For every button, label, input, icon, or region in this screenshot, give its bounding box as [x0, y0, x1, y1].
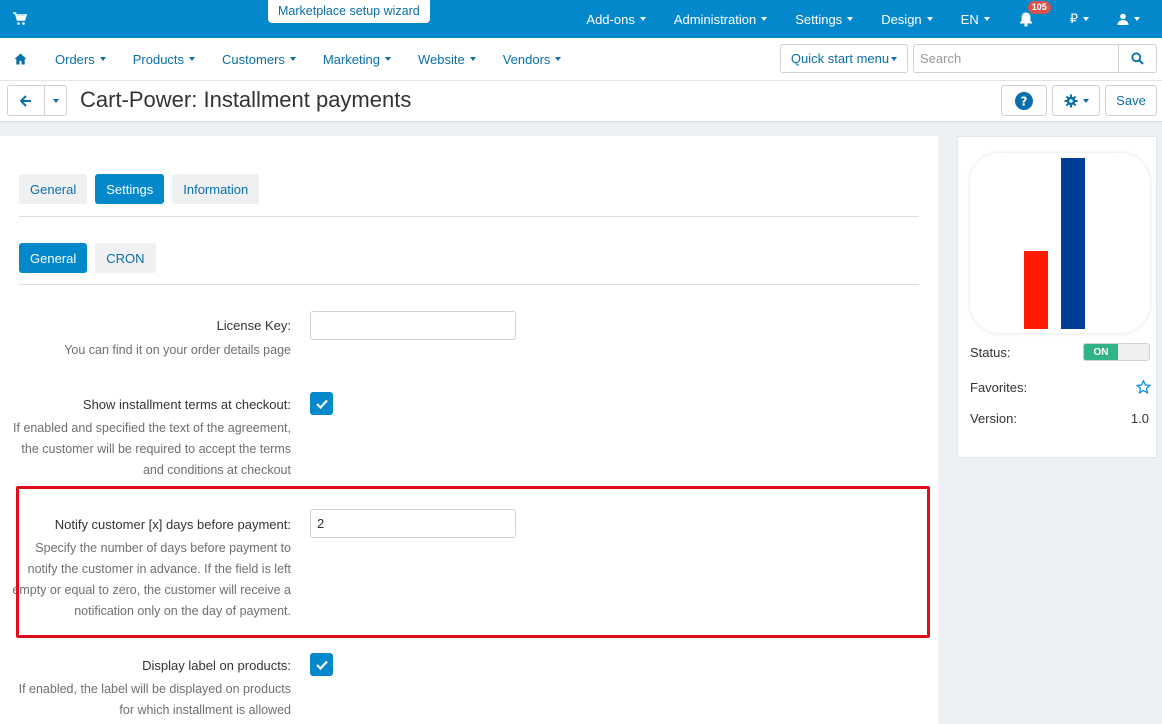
- nav-customers[interactable]: Customers: [222, 52, 296, 67]
- display-label-help: If enabled, the label will be displayed …: [18, 682, 291, 717]
- nav-orders[interactable]: Orders: [55, 52, 106, 67]
- svg-text:?: ?: [1021, 94, 1028, 108]
- home-icon[interactable]: [14, 53, 27, 65]
- arrow-left-icon: [20, 94, 31, 107]
- back-dropdown-toggle[interactable]: [45, 86, 66, 115]
- sub-tabs: General CRON: [19, 243, 164, 273]
- display-label-label: Display label on products:: [142, 658, 291, 673]
- chevron-down-icon: [639, 17, 646, 21]
- notifications-button[interactable]: 105: [1018, 1, 1051, 27]
- addon-info-panel: Status: ON Favorites: Version: 1.0: [957, 136, 1157, 458]
- chevron-down-icon: [847, 17, 854, 21]
- installment-terms-checkbox[interactable]: [310, 392, 333, 415]
- cart-icon[interactable]: [13, 12, 27, 26]
- back-button-group: [7, 85, 67, 116]
- display-label-checkbox[interactable]: [310, 653, 333, 676]
- menu-addons[interactable]: Add-ons: [586, 12, 646, 27]
- subtab-general[interactable]: General: [19, 243, 88, 273]
- highlight-box: [16, 486, 930, 638]
- main-nav: Orders Products Customers Marketing Webs…: [0, 38, 1162, 81]
- chevron-down-icon: [1134, 17, 1140, 21]
- version-value: 1.0: [1130, 411, 1149, 426]
- chevron-down-icon: [1082, 98, 1089, 103]
- addon-logo: [970, 153, 1150, 333]
- nav-vendors[interactable]: Vendors: [503, 52, 562, 67]
- tab-settings[interactable]: Settings: [95, 174, 165, 204]
- chevron-down-icon: [1083, 17, 1089, 21]
- settings-panel: General Settings Information General CRO…: [0, 136, 938, 724]
- divider: [19, 216, 919, 217]
- menu-currency[interactable]: ₽: [1070, 11, 1089, 27]
- marketplace-wizard-button[interactable]: Marketplace setup wizard: [268, 0, 430, 23]
- chevron-down-icon: [926, 17, 933, 21]
- page-header: Cart-Power: Installment payments ? Save: [0, 81, 1162, 122]
- chevron-down-icon: [289, 57, 296, 61]
- chevron-down-icon: [189, 57, 196, 61]
- favorites-label: Favorites:: [970, 380, 1028, 395]
- nav-marketing[interactable]: Marketing: [323, 52, 391, 67]
- nav-website[interactable]: Website: [418, 52, 476, 67]
- save-button[interactable]: Save: [1105, 85, 1157, 116]
- quick-start-menu-button[interactable]: Quick start menu: [780, 44, 908, 73]
- user-icon: [1117, 13, 1129, 25]
- top-bar: Marketplace setup wizard Add-ons Adminis…: [0, 0, 1162, 38]
- page-title: Cart-Power: Installment payments: [80, 87, 412, 112]
- main-tabs: General Settings Information: [19, 174, 267, 204]
- help-button[interactable]: ?: [1001, 85, 1047, 116]
- version-label: Version:: [970, 411, 1017, 426]
- back-button[interactable]: [8, 86, 45, 115]
- installment-terms-label: Show installment terms at checkout:: [82, 397, 291, 412]
- chevron-down-icon: [983, 17, 990, 21]
- search-button[interactable]: [1118, 44, 1157, 73]
- menu-administration[interactable]: Administration: [674, 12, 768, 27]
- status-label: Status:: [970, 345, 1011, 360]
- settings-gear-button[interactable]: [1052, 85, 1100, 116]
- check-icon: [315, 399, 328, 409]
- chevron-down-icon: [384, 57, 391, 61]
- menu-user[interactable]: [1117, 13, 1140, 25]
- notification-badge: 105: [1027, 1, 1051, 14]
- subtab-cron[interactable]: CRON: [95, 243, 156, 273]
- star-icon[interactable]: [1136, 380, 1151, 394]
- bar-logo-icon: [1024, 158, 1085, 329]
- tab-general[interactable]: General: [19, 174, 88, 204]
- nav-products[interactable]: Products: [133, 52, 196, 67]
- tab-information[interactable]: Information: [172, 174, 260, 204]
- chevron-down-icon: [761, 17, 768, 21]
- question-circle-icon: ?: [1015, 91, 1033, 110]
- gear-icon: [1064, 94, 1077, 107]
- status-on-label: ON: [1084, 344, 1118, 360]
- menu-language[interactable]: EN: [961, 12, 990, 27]
- check-icon: [315, 660, 328, 670]
- search-input[interactable]: [913, 44, 1119, 73]
- chevron-down-icon: [555, 57, 562, 61]
- chevron-down-icon: [52, 98, 59, 103]
- search-icon: [1131, 52, 1144, 65]
- menu-settings[interactable]: Settings: [795, 12, 854, 27]
- chevron-down-icon: [469, 57, 476, 61]
- license-key-label: License Key:: [216, 318, 291, 333]
- chevron-down-icon: [891, 56, 898, 61]
- license-key-input[interactable]: [310, 311, 516, 340]
- chevron-down-icon: [99, 57, 106, 61]
- menu-design[interactable]: Design: [881, 12, 933, 27]
- license-key-help: You can find it on your order details pa…: [64, 343, 291, 357]
- divider: [19, 284, 919, 285]
- installment-terms-help: If enabled and specified the text of the…: [13, 421, 291, 477]
- status-toggle[interactable]: ON: [1083, 343, 1150, 361]
